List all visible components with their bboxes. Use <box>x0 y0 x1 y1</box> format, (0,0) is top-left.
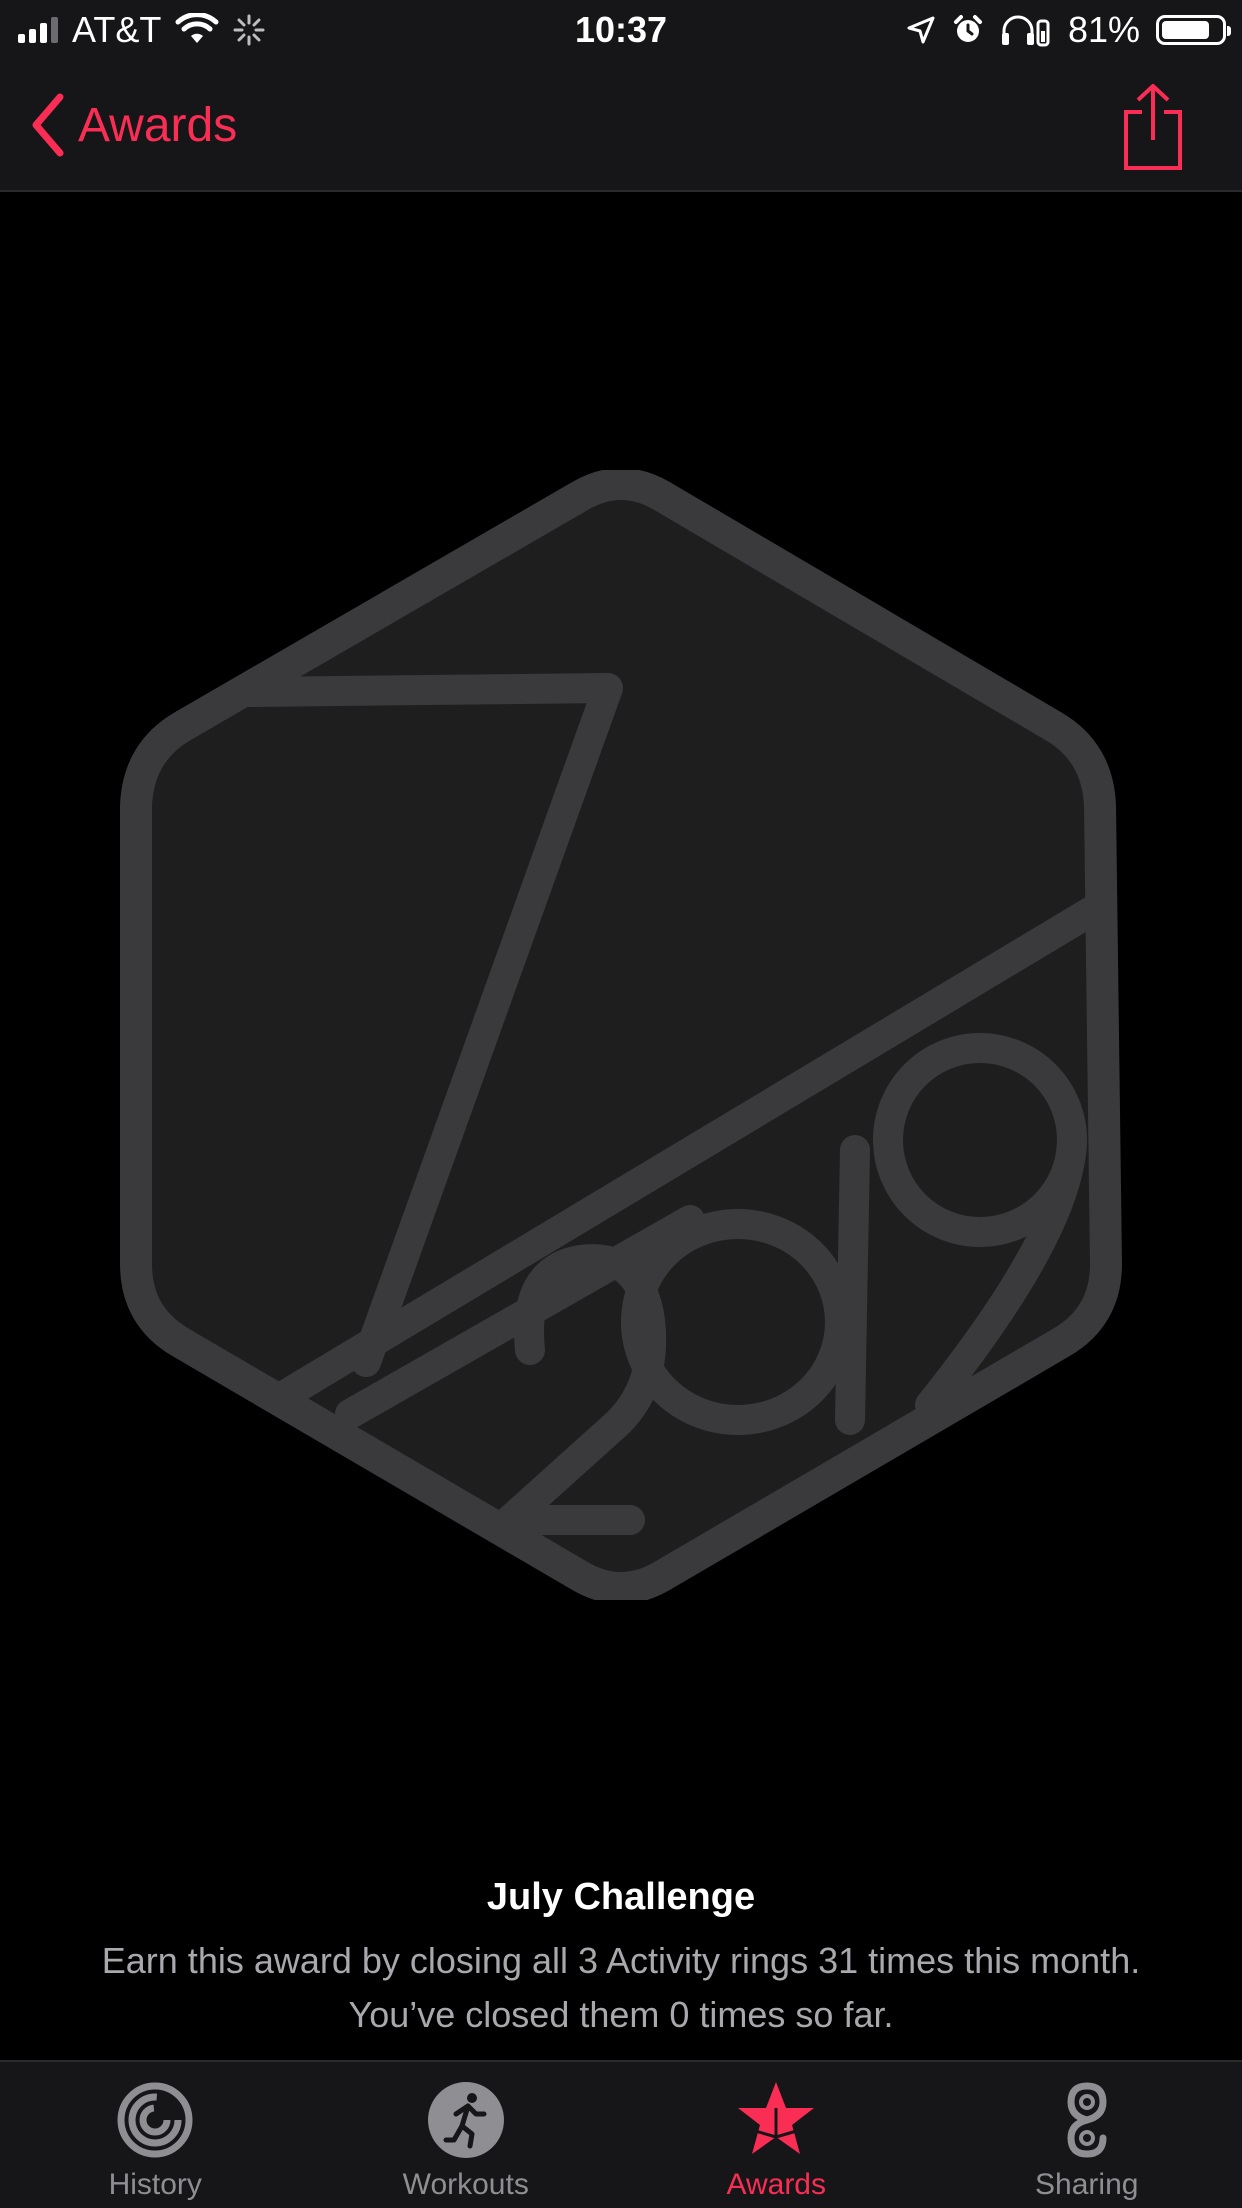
award-title: July Challenge <box>486 1876 756 1918</box>
tab-label: Awards <box>726 2168 827 2201</box>
back-button[interactable]: Awards <box>30 90 237 160</box>
battery-icon <box>1156 15 1231 45</box>
tab-workouts[interactable]: Workouts <box>311 2062 622 2208</box>
tab-history[interactable]: History <box>0 2062 311 2208</box>
share-button[interactable] <box>1118 82 1188 172</box>
tab-bar: History Workouts Awards Sharing <box>0 2060 1242 2208</box>
chevron-left-icon <box>32 93 64 157</box>
star-award-icon <box>738 2082 815 2154</box>
carrier-label: AT&T <box>72 9 162 50</box>
battery-level <box>1162 21 1209 39</box>
activity-spinner-icon <box>233 14 265 46</box>
tab-label: Sharing <box>1035 2168 1139 2201</box>
tab-sharing[interactable]: Sharing <box>932 2062 1242 2208</box>
signal-icon <box>18 17 58 43</box>
alarm-icon <box>953 15 982 42</box>
status-left: AT&T <box>18 0 265 60</box>
july-challenge-badge-icon <box>120 468 1122 1604</box>
tab-label: Workouts <box>402 2168 529 2201</box>
tab-label: History <box>108 2168 202 2201</box>
wifi-icon <box>175 13 219 43</box>
status-bar: AT&T 10:37 81% <box>0 0 1242 60</box>
sharing-rings-icon <box>1067 2082 1107 2158</box>
award-detail-screen: AT&T 10:37 81% Awards July Challenge Ear… <box>0 0 1242 2208</box>
location-arrow-icon <box>907 16 935 44</box>
navigation-bar: Awards <box>0 60 1242 192</box>
award-description: Earn this award by closing all 3 Activit… <box>101 1940 1141 2035</box>
running-figure-icon <box>427 2082 504 2158</box>
headphones-icon <box>1001 15 1050 47</box>
history-rings-icon <box>117 2082 193 2158</box>
share-icon <box>1124 84 1182 170</box>
tab-awards[interactable]: Awards <box>621 2062 932 2208</box>
battery-percent: 81% <box>1067 9 1140 50</box>
back-label: Awards <box>78 98 238 152</box>
status-right: 81% <box>906 0 1231 60</box>
award-badge <box>110 468 1132 1604</box>
